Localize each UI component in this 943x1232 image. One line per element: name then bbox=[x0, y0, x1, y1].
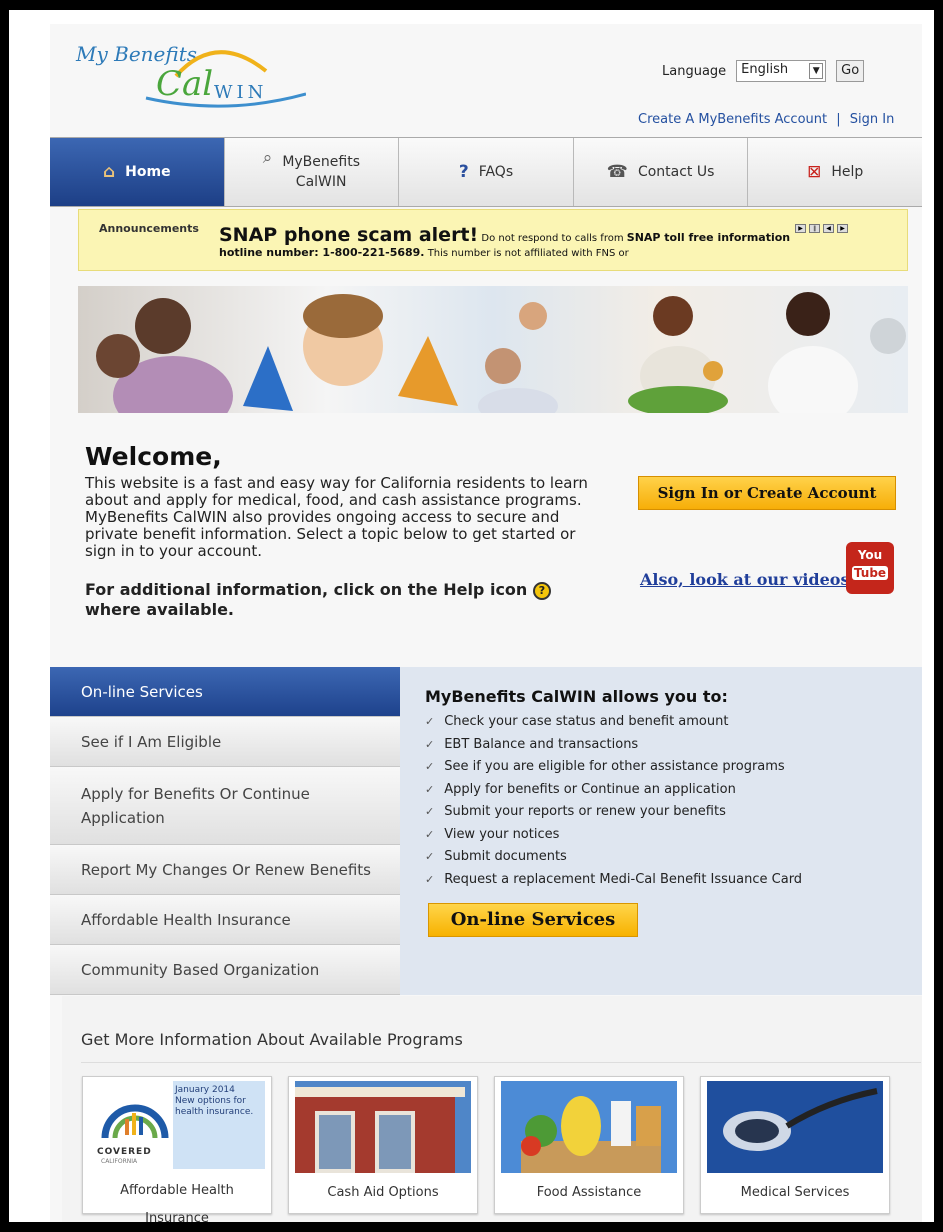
announcements-label: Announcements bbox=[99, 222, 199, 235]
next-icon[interactable]: ▶ bbox=[837, 224, 848, 233]
online-services-button[interactable]: On-line Services bbox=[428, 903, 638, 937]
banner-people-illustration bbox=[96, 292, 906, 413]
covered-california-image: January 2014 New options for health insu… bbox=[89, 1081, 265, 1173]
nav-mybenefits-calwin[interactable]: ⌕ MyBenefits CalWIN bbox=[224, 138, 400, 206]
announcement-text-2: This number is not affiliated with FNS o… bbox=[427, 248, 629, 259]
magnifier-icon: ⌕ bbox=[262, 148, 273, 168]
allows-title: MyBenefits CalWIN allows you to: bbox=[425, 687, 728, 706]
allows-item: Request a replacement Medi-Cal Benefit I… bbox=[425, 869, 802, 892]
sidebar-item-report-changes[interactable]: Report My Changes Or Renew Benefits bbox=[50, 845, 400, 895]
nav-mybenefits-line2: CalWIN bbox=[295, 174, 347, 190]
announcement-text[interactable]: SNAP phone scam alert! Do not respond to… bbox=[219, 226, 809, 261]
chevron-down-icon[interactable]: ▼ bbox=[809, 63, 824, 79]
allows-item: EBT Balance and transactions bbox=[425, 734, 802, 757]
program-card-label: Affordable Health Insurance bbox=[120, 1183, 234, 1222]
sidebar-item-apply-for-benefits[interactable]: Apply for Benefits Or Continue Applicati… bbox=[50, 767, 400, 845]
sidebar-item-affordable-health[interactable]: Affordable Health Insurance bbox=[50, 895, 400, 945]
program-card-affordable-health[interactable]: January 2014 New options for health insu… bbox=[82, 1076, 272, 1222]
page: My Benefits Cal WIN Language English ▼ G… bbox=[50, 24, 922, 1222]
welcome-section: Welcome, This website is a fast and easy… bbox=[85, 442, 605, 620]
logo-win: WIN bbox=[214, 82, 268, 103]
pause-icon[interactable]: ∥ bbox=[809, 224, 820, 233]
allows-list: Check your case status and benefit amoun… bbox=[425, 711, 802, 891]
main-nav: ⌂ Home ⌕ MyBenefits CalWIN ? FAQs ☎ Cont… bbox=[50, 137, 922, 207]
nav-contact-us[interactable]: ☎ Contact Us bbox=[573, 138, 749, 206]
previous-icon[interactable]: ◀ bbox=[823, 224, 834, 233]
play-icon[interactable]: ▶ bbox=[795, 224, 806, 233]
covered-date: January 2014 bbox=[175, 1085, 235, 1095]
language-value: English bbox=[741, 62, 789, 77]
language-select[interactable]: English ▼ bbox=[736, 60, 827, 82]
nav-home-label: Home bbox=[125, 164, 171, 180]
covered-california-logo-icon bbox=[101, 1104, 169, 1139]
allows-item: Check your case status and benefit amoun… bbox=[425, 711, 802, 734]
services-section: On-line Services See if I Am Eligible Ap… bbox=[50, 667, 922, 995]
allows-list-panel: MyBenefits CalWIN allows you to: Check y… bbox=[425, 687, 802, 891]
account-links: Create A MyBenefits Account | Sign In bbox=[638, 112, 894, 127]
program-card-label: Food Assistance bbox=[536, 1185, 642, 1200]
divider bbox=[81, 1062, 921, 1063]
program-card-label: Cash Aid Options bbox=[327, 1185, 439, 1200]
go-button[interactable]: Go bbox=[836, 60, 865, 82]
help-note-post: where available. bbox=[85, 600, 234, 619]
sign-in-create-account-button[interactable]: Sign In or Create Account bbox=[638, 476, 896, 510]
nav-help[interactable]: ⊠ Help bbox=[748, 138, 922, 206]
program-card-label: Medical Services bbox=[740, 1185, 850, 1200]
videos-link[interactable]: Also, look at our videos bbox=[640, 570, 849, 589]
program-card-medical[interactable]: Medical Services bbox=[700, 1076, 890, 1214]
nav-faqs[interactable]: ? FAQs bbox=[399, 138, 574, 206]
covered-note: New options for health insurance. bbox=[175, 1096, 254, 1117]
help-note-pre: For additional information, click on the… bbox=[85, 580, 528, 599]
telephone-icon: ☎ bbox=[606, 162, 628, 182]
welcome-body: This website is a fast and easy way for … bbox=[85, 474, 588, 560]
sidebar-item-online-services[interactable]: On-line Services bbox=[50, 667, 400, 717]
covered-brand: COVERED bbox=[97, 1147, 152, 1157]
sidebar-item-community-org[interactable]: Community Based Organization bbox=[50, 945, 400, 995]
create-account-link[interactable]: Create A MyBenefits Account bbox=[638, 112, 827, 127]
allows-item: Apply for benefits or Continue an applic… bbox=[425, 779, 802, 802]
nav-mybenefits-line1: MyBenefits bbox=[282, 154, 360, 170]
programs-title: Get More Information About Available Pro… bbox=[81, 1030, 463, 1049]
help-note: For additional information, click on the… bbox=[85, 580, 605, 620]
help-question-icon[interactable]: ? bbox=[532, 581, 551, 600]
nav-faqs-label: FAQs bbox=[478, 164, 514, 180]
nav-home[interactable]: ⌂ Home bbox=[50, 138, 225, 206]
allows-item: Submit your reports or renew your benefi… bbox=[425, 801, 802, 824]
stethoscope-image bbox=[707, 1081, 883, 1173]
language-label: Language bbox=[662, 63, 727, 79]
groceries-image bbox=[501, 1081, 677, 1173]
announcement-text-1: Do not respond to calls from bbox=[481, 233, 624, 244]
language-selector: Language English ▼ Go bbox=[662, 60, 865, 82]
question-mark-icon: ? bbox=[458, 162, 469, 182]
announcement-headline: SNAP phone scam alert! bbox=[219, 224, 479, 246]
nav-contact-label: Contact Us bbox=[637, 164, 715, 180]
sign-in-link[interactable]: Sign In bbox=[850, 112, 895, 127]
house-icon: ⌂ bbox=[103, 162, 116, 182]
house-image bbox=[295, 1081, 471, 1173]
welcome-title: Welcome, bbox=[85, 442, 222, 471]
nav-help-label: Help bbox=[831, 164, 864, 180]
announcement-controls: ▶ ∥ ◀ ▶ bbox=[795, 224, 848, 233]
allows-item: View your notices bbox=[425, 824, 802, 847]
covered-sub: CALIFORNIA bbox=[101, 1158, 138, 1165]
sidebar-item-see-if-eligible[interactable]: See if I Am Eligible bbox=[50, 717, 400, 767]
browser-frame: My Benefits Cal WIN Language English ▼ G… bbox=[9, 10, 934, 1222]
allows-item: See if you are eligible for other assist… bbox=[425, 756, 802, 779]
mybenefits-calwin-logo[interactable]: My Benefits Cal WIN bbox=[76, 36, 306, 116]
help-lifebuoy-icon: ⊠ bbox=[807, 162, 822, 182]
link-separator: | bbox=[836, 112, 841, 127]
hero-banner-image bbox=[78, 286, 908, 413]
nav-mybenefits-label: MyBenefits CalWIN bbox=[282, 152, 360, 192]
program-card-cash-aid[interactable]: Cash Aid Options bbox=[288, 1076, 478, 1214]
programs-section: Get More Information About Available Pro… bbox=[62, 996, 922, 1222]
services-sidebar: On-line Services See if I Am Eligible Ap… bbox=[50, 667, 400, 995]
youtube-icon[interactable]: You Tube bbox=[846, 542, 894, 594]
youtube-tube: Tube bbox=[851, 566, 889, 580]
logo-cal: Cal bbox=[156, 64, 214, 104]
program-card-food[interactable]: Food Assistance bbox=[494, 1076, 684, 1214]
announcement-bar: Announcements SNAP phone scam alert! Do … bbox=[78, 209, 908, 271]
youtube-you: You bbox=[857, 548, 883, 562]
allows-item: Submit documents bbox=[425, 846, 802, 869]
